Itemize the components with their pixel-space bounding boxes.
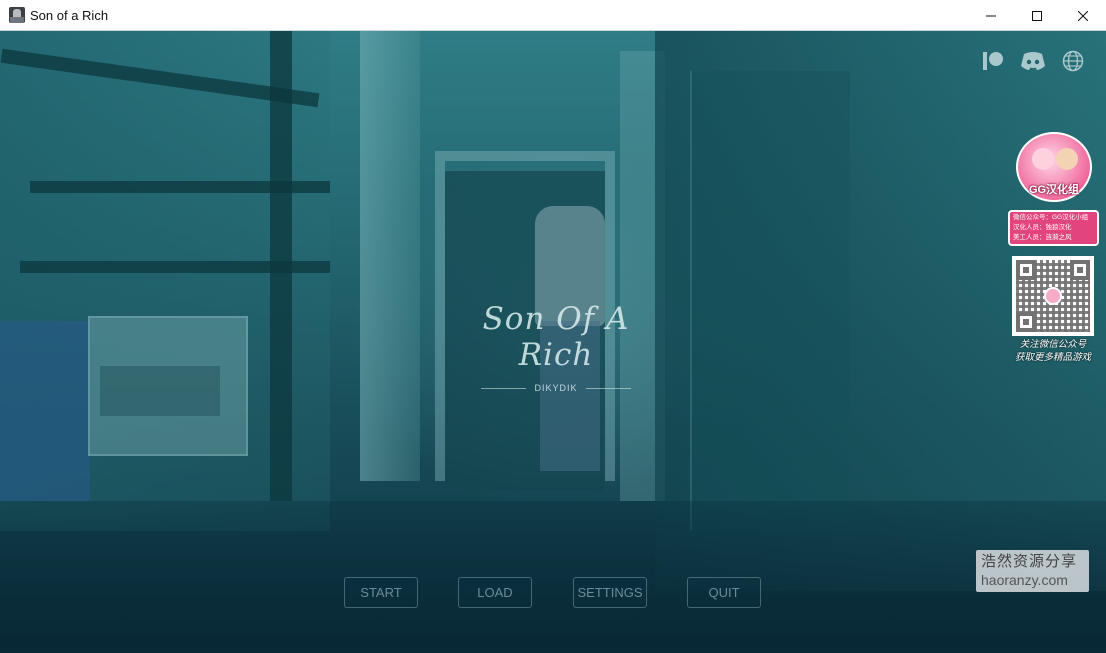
patreon-icon[interactable] [980, 49, 1006, 73]
qr-caption-line: 关注微信公众号 [1019, 339, 1087, 350]
globe-icon[interactable] [1060, 49, 1086, 73]
close-button[interactable] [1060, 0, 1106, 31]
credit-line: 美工人员：涟漪之风 [1013, 234, 1072, 241]
minimize-button[interactable] [968, 0, 1014, 31]
game-logo-subtitle-row: DIKYDIK [446, 383, 666, 393]
developer-name: DIKYDIK [534, 383, 578, 393]
translation-group-name: GG汉化组 [1028, 184, 1080, 196]
qr-logo-icon [1044, 287, 1062, 305]
maximize-icon [1032, 10, 1042, 21]
minimize-icon [986, 15, 996, 16]
site-watermark: 浩然资源分享 haoranzy.com [976, 550, 1089, 592]
social-icons [980, 49, 1086, 73]
qr-finder [1070, 260, 1090, 280]
scene-blue-cabinet [0, 321, 90, 501]
translation-group-logo: GG汉化组 [1016, 132, 1092, 202]
qr-code [1012, 256, 1094, 336]
qr-code-pattern [1016, 260, 1090, 332]
logo-divider [585, 387, 631, 389]
title-bar[interactable]: Son of a Rich [0, 0, 1106, 31]
translation-credits: 微信公众号：GG汉化小组 汉化人员：独狼汉化 美工人员：涟漪之风 [1008, 210, 1099, 246]
start-button[interactable]: START [344, 577, 418, 608]
window-title: Son of a Rich [30, 7, 109, 23]
credit-line: 汉化人员：独狼汉化 [1013, 224, 1072, 231]
load-button[interactable]: LOAD [458, 577, 532, 608]
watermark-url: haoranzy.com [981, 572, 1068, 588]
discord-icon[interactable] [1020, 49, 1046, 73]
app-icon [9, 7, 25, 23]
mascot-boy-icon [1056, 148, 1078, 170]
scene-pillar [360, 31, 420, 481]
quit-button[interactable]: QUIT [687, 577, 761, 608]
qr-caption-line: 获取更多精品游戏 [1014, 352, 1091, 363]
scene-appliance-panel [100, 366, 220, 416]
close-icon [1078, 10, 1088, 21]
maximize-button[interactable] [1014, 0, 1060, 31]
qr-finder [1016, 312, 1036, 332]
logo-divider [481, 387, 527, 389]
main-menu: START LOAD SETTINGS QUIT [0, 577, 1106, 608]
qr-finder [1016, 260, 1036, 280]
mascot-girl-icon [1032, 148, 1054, 170]
watermark-title: 浩然资源分享 [981, 553, 1078, 570]
qr-caption: 关注微信公众号 获取更多精品游戏 [1004, 338, 1102, 364]
game-logo: Son Of A Rich DIKYDIK [446, 301, 666, 393]
main-menu-background: Son Of A Rich DIKYDIK START LOAD SETTING… [0, 31, 1106, 653]
window-controls [968, 0, 1106, 31]
credit-line: 微信公众号：GG汉化小组 [1013, 214, 1089, 221]
game-logo-title: Son Of A Rich [482, 301, 630, 373]
scene-right-panel [690, 71, 850, 531]
settings-button[interactable]: SETTINGS [573, 577, 647, 608]
game-window: Son of a Rich Son Of A Rich DIKYDIK STAR… [0, 0, 1106, 653]
scene-shelf-beam [270, 31, 292, 501]
